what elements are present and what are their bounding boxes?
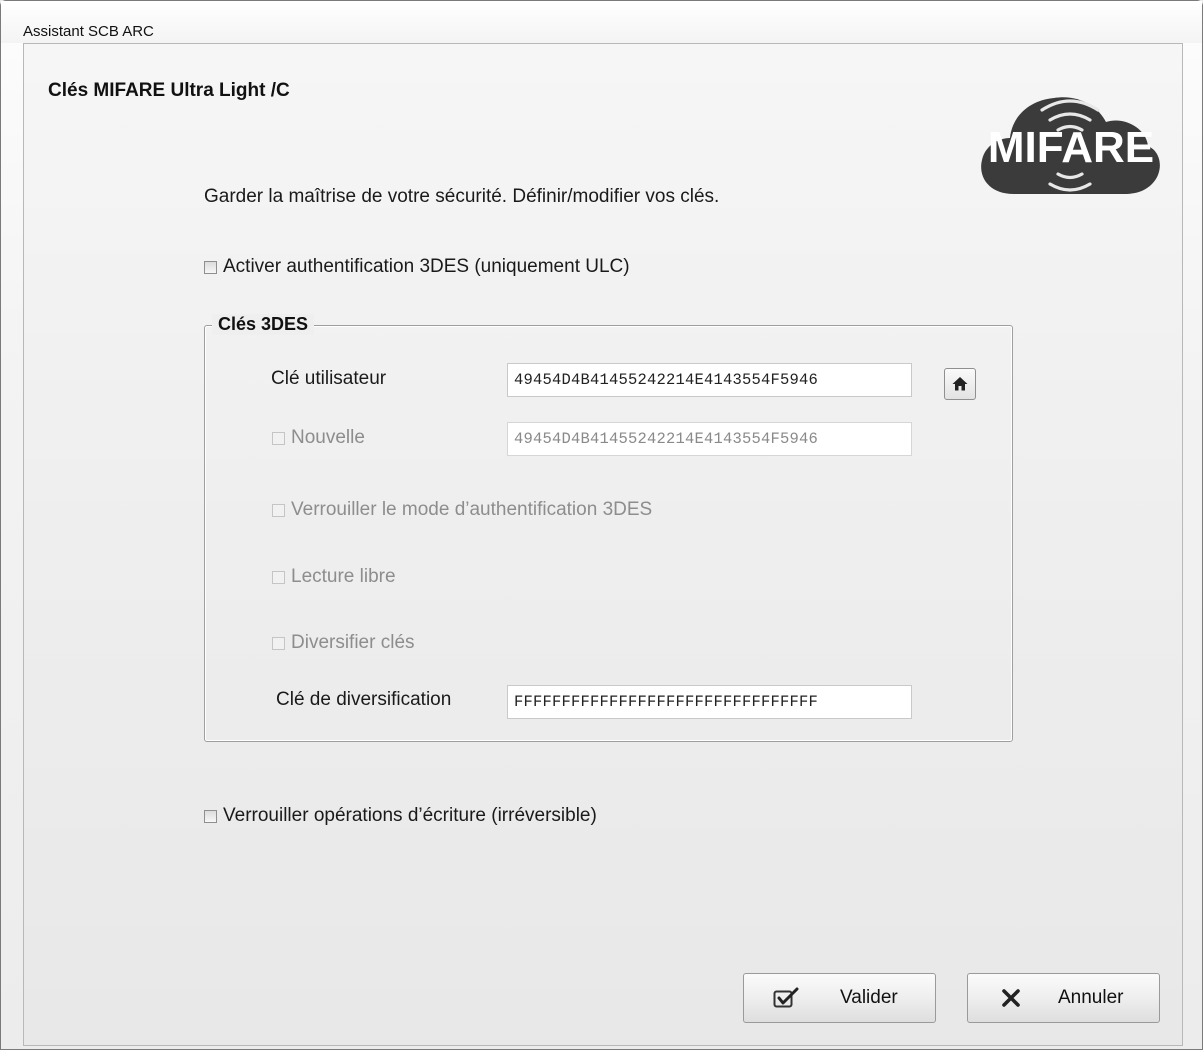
diversify-option[interactable]: Diversifier clés [272, 632, 415, 654]
validate-label: Valider [840, 987, 898, 1008]
lock-auth-checkbox[interactable] [272, 503, 285, 517]
description-text: Garder la maîtrise de votre sécurité. Dé… [204, 186, 720, 207]
activate-3des-checkbox[interactable] [204, 260, 217, 274]
user-key-input[interactable]: 49454D4B41455242214E4143554F5946 [507, 363, 912, 397]
activate-3des-label: Activer authentification 3DES (uniquemen… [223, 256, 630, 277]
new-key-label: Nouvelle [291, 427, 365, 448]
cancel-button[interactable]: Annuler [967, 973, 1160, 1023]
new-key-option[interactable]: Nouvelle [272, 427, 365, 449]
new-key-checkbox[interactable] [272, 431, 285, 445]
keys-3des-legend: Clés 3DES [212, 314, 315, 335]
logo-text: MIFARE [988, 123, 1154, 172]
diversification-key-label: Clé de diversification [276, 689, 452, 710]
window-title: Assistant SCB ARC [23, 23, 154, 40]
lock-auth-label: Verrouiller le mode d’authentification 3… [291, 499, 653, 520]
new-key-input[interactable]: 49454D4B41455242214E4143554F5946 [507, 422, 912, 456]
mifare-logo: MIFARE [981, 97, 1160, 194]
title-bar: Assistant SCB ARC [1, 1, 1202, 43]
free-read-option[interactable]: Lecture libre [272, 566, 396, 588]
free-read-checkbox[interactable] [272, 570, 285, 584]
close-icon [998, 988, 1024, 1008]
home-button[interactable] [944, 368, 976, 400]
lock-write-checkbox[interactable] [204, 809, 217, 823]
lock-write-label: Verrouiller opérations d’écriture (irrév… [223, 805, 597, 826]
page-title: Clés MIFARE Ultra Light /C [48, 80, 290, 101]
checkmark-icon [770, 987, 802, 1009]
activate-3des-option[interactable]: Activer authentification 3DES (uniquemen… [204, 256, 630, 278]
cancel-label: Annuler [1058, 987, 1124, 1008]
validate-button[interactable]: Valider [743, 973, 936, 1023]
user-key-label: Clé utilisateur [271, 368, 387, 389]
home-icon [952, 377, 968, 391]
diversify-checkbox[interactable] [272, 636, 285, 650]
diversification-key-input[interactable]: FFFFFFFFFFFFFFFFFFFFFFFFFFFFFFFF [507, 685, 912, 719]
lock-write-option[interactable]: Verrouiller opérations d’écriture (irrév… [204, 805, 597, 827]
lock-auth-option[interactable]: Verrouiller le mode d’authentification 3… [272, 499, 652, 521]
free-read-label: Lecture libre [291, 566, 396, 587]
diversify-label: Diversifier clés [291, 632, 415, 653]
